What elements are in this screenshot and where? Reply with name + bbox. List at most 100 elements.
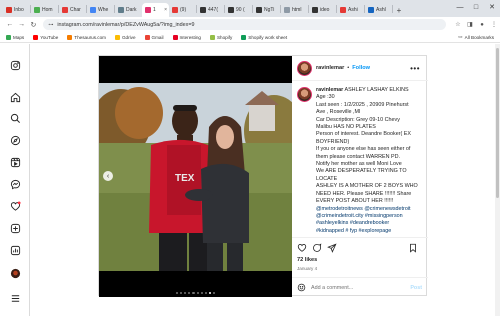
notifications-heart-icon[interactable] bbox=[8, 199, 22, 213]
minimize-icon[interactable]: — bbox=[452, 4, 468, 11]
more-options-icon[interactable]: ••• bbox=[410, 64, 420, 73]
browser-tab-strip: Inbo Hom Char Whe Dark 1 × (9) 447( 90 ( NgTi html i… bbox=[0, 0, 500, 17]
emoji-icon[interactable] bbox=[297, 283, 306, 292]
browser-tab[interactable]: NgTi bbox=[253, 3, 280, 17]
star-icon[interactable]: ☆ bbox=[452, 21, 464, 28]
post-username[interactable]: ravinlemar bbox=[316, 65, 344, 71]
browser-tab[interactable]: 1 × bbox=[142, 3, 169, 17]
reels-icon[interactable] bbox=[8, 155, 22, 169]
caption-line: NEED HER. Please SHARE !!!!!!! Share bbox=[316, 190, 412, 197]
search-icon[interactable] bbox=[8, 111, 22, 125]
bookmark-favicon-icon bbox=[241, 34, 247, 40]
tab-favicon-icon bbox=[368, 7, 374, 13]
browser-tab[interactable]: (9) bbox=[169, 3, 196, 17]
bookmark-label: Gdrive bbox=[121, 34, 136, 40]
extensions-icon[interactable]: ◨ bbox=[464, 21, 476, 28]
save-bookmark-icon[interactable] bbox=[408, 243, 418, 253]
profile-avatar-icon[interactable] bbox=[8, 266, 22, 280]
bookmark-item[interactable]: Interesting bbox=[172, 34, 201, 40]
browser-tab[interactable]: Ashl bbox=[365, 3, 392, 17]
instagram-logo-icon[interactable] bbox=[8, 58, 22, 72]
post-photo[interactable]: TEX ‹ bbox=[99, 56, 292, 297]
browser-tab[interactable]: ideo bbox=[309, 3, 336, 17]
carousel-dot bbox=[179, 291, 182, 294]
tab-label: Whe bbox=[98, 7, 109, 13]
caption-line: Age :30 bbox=[316, 94, 335, 101]
caption-hashtag-line[interactable]: @crimeindetroit.city #missingperson bbox=[316, 213, 418, 220]
browser-tab[interactable]: Whe bbox=[87, 3, 114, 17]
bookmark-item[interactable]: YouTube bbox=[33, 34, 58, 40]
caption-username[interactable]: ravinlemar bbox=[316, 87, 343, 93]
menu-icon[interactable]: ⋮ bbox=[488, 21, 500, 28]
new-tab-button[interactable]: + bbox=[393, 3, 405, 17]
profile-icon[interactable]: ● bbox=[476, 22, 488, 28]
bookmark-label: Maps bbox=[13, 34, 25, 40]
caption-hashtag-line[interactable]: #ashleyelkins #deandrebooker bbox=[316, 220, 418, 227]
forward-icon[interactable]: → bbox=[16, 21, 28, 28]
browser-tab[interactable]: Char bbox=[59, 3, 86, 17]
comment-icon[interactable] bbox=[312, 242, 322, 253]
bookmark-favicon-icon bbox=[67, 34, 73, 40]
browser-tab[interactable]: 447( bbox=[197, 3, 224, 17]
create-icon[interactable] bbox=[8, 221, 22, 235]
caption-line: Car Description: Grey 09-10 Chevy bbox=[316, 116, 400, 123]
bookmark-label: Shopify bbox=[216, 34, 233, 40]
caption-line: ravinlemar ASHLEY LASHAY ELKINS bbox=[316, 87, 409, 93]
caption-hashtag-line[interactable]: #kidnapped # fyp #explorepage bbox=[316, 228, 418, 235]
browser-tab[interactable]: html bbox=[281, 3, 308, 17]
scrollbar-thumb[interactable] bbox=[496, 48, 499, 198]
carousel-dots bbox=[99, 291, 292, 294]
follow-button[interactable]: Follow bbox=[352, 65, 370, 71]
browser-tab[interactable]: Hom bbox=[31, 3, 58, 17]
carousel-dot bbox=[204, 291, 208, 294]
close-window-icon[interactable]: ✕ bbox=[484, 3, 500, 11]
carousel-dot bbox=[196, 291, 199, 294]
maximize-icon[interactable]: □ bbox=[468, 4, 484, 11]
caption-avatar[interactable] bbox=[297, 87, 312, 102]
all-bookmarks[interactable]: ▭ All Bookmarks bbox=[458, 34, 494, 40]
share-icon[interactable] bbox=[327, 242, 337, 253]
site-info-icon[interactable]: ⊶ bbox=[48, 22, 53, 28]
user-avatar[interactable] bbox=[297, 60, 312, 76]
like-icon[interactable] bbox=[297, 243, 307, 253]
folder-icon: ▭ bbox=[458, 34, 463, 39]
tab-close-icon[interactable]: × bbox=[164, 7, 167, 13]
post-viewer: TEX ‹ ravinlemar • Follow ••• ravinlemar… bbox=[98, 55, 428, 297]
caption-line: ASHLEY IS A MOTHER OF 2 BOYS WHO bbox=[316, 183, 418, 190]
browser-tab[interactable]: Inbo bbox=[3, 3, 30, 17]
bookmark-item[interactable]: Gmail bbox=[144, 34, 164, 40]
bookmark-item[interactable]: Maps bbox=[6, 34, 25, 40]
home-icon[interactable] bbox=[8, 90, 22, 104]
messages-icon[interactable] bbox=[8, 177, 22, 191]
caption-hashtag-line[interactable]: @metrodetroitnews @crimenewsdetroit bbox=[316, 206, 418, 213]
tab-favicon-icon bbox=[34, 7, 40, 13]
bookmark-label: Interesting bbox=[179, 34, 201, 40]
carousel-dot bbox=[209, 291, 212, 294]
browser-tab[interactable]: Dark bbox=[115, 3, 142, 17]
page-scrollbar[interactable] bbox=[495, 44, 500, 316]
post-comment-button[interactable]: Post bbox=[410, 285, 422, 291]
explore-icon[interactable] bbox=[8, 133, 22, 147]
all-bookmarks-label: All Bookmarks bbox=[464, 34, 494, 40]
browser-toolbar: ← → ↻ ⊶ instagram.com/ravinlemar/p/DEZvW… bbox=[0, 17, 500, 32]
browser-tab[interactable]: 90 ( bbox=[225, 3, 252, 17]
comment-input[interactable]: Add a comment... Post bbox=[292, 277, 428, 297]
more-menu-icon[interactable] bbox=[8, 291, 22, 305]
tab-label: NgTi bbox=[264, 7, 275, 13]
caption-line: We ARE DESPERATELY TRYING TO bbox=[316, 168, 407, 175]
bookmark-favicon-icon bbox=[172, 34, 178, 40]
tab-label: 447( bbox=[208, 7, 219, 13]
likes-count[interactable]: 72 likes bbox=[297, 257, 317, 263]
address-bar[interactable]: ⊶ instagram.com/ravinlemar/p/DEZvWAug5a/… bbox=[43, 19, 446, 30]
dashboard-icon[interactable] bbox=[8, 243, 22, 257]
browser-tab[interactable]: Ashi bbox=[337, 3, 364, 17]
bookmark-item[interactable]: Thesaurus.com bbox=[67, 34, 106, 40]
bookmark-item[interactable]: Shopify bbox=[209, 34, 233, 40]
bookmark-item[interactable]: Shopify work sheet bbox=[241, 34, 287, 40]
bookmark-item[interactable]: Gdrive bbox=[114, 34, 136, 40]
carousel-dot bbox=[192, 291, 195, 294]
back-icon[interactable]: ← bbox=[4, 21, 16, 28]
carousel-prev-button[interactable]: ‹ bbox=[103, 171, 113, 181]
reload-icon[interactable]: ↻ bbox=[28, 21, 40, 29]
tab-favicon-icon bbox=[284, 7, 290, 13]
